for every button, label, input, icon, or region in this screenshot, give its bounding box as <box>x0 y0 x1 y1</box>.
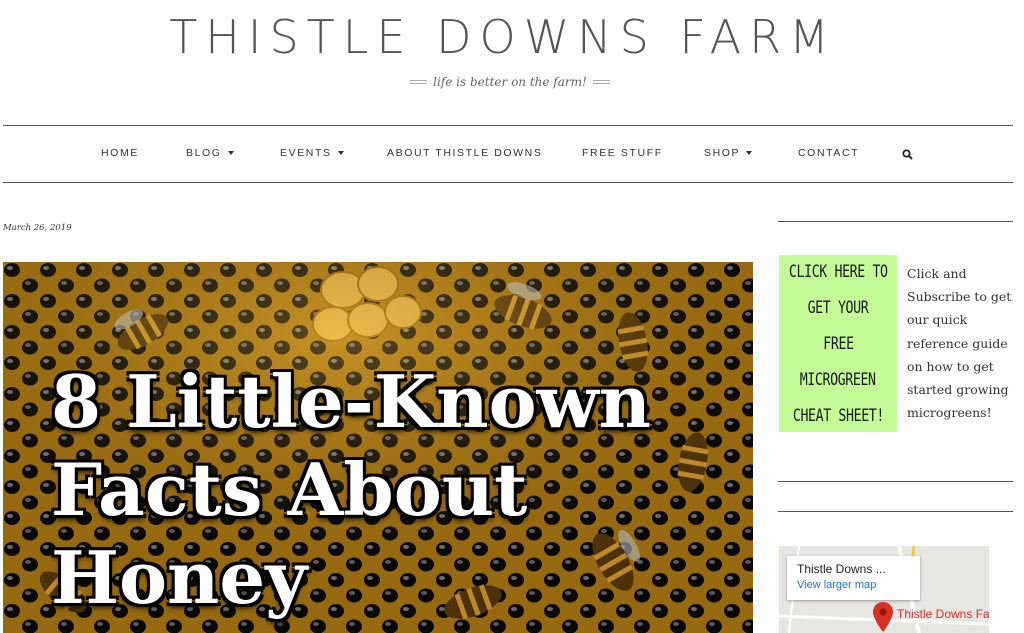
map-place-name: Thistle Downs ... <box>797 562 886 576</box>
hero-title-line: 8 Little-Known <box>51 359 651 444</box>
hero-image[interactable]: 8 Little-Known Facts About Honey <box>3 262 753 633</box>
promo-line: CLICK HERE TO <box>788 261 888 282</box>
tagline-dash-left <box>410 80 428 84</box>
nav-divider-bottom <box>3 182 1013 183</box>
nav-item-events[interactable]: EVENTS <box>280 147 344 159</box>
view-larger-map-link[interactable]: View larger map <box>797 579 910 591</box>
hero-title-line: Facts About <box>51 447 528 532</box>
caret-down-icon <box>746 151 753 156</box>
map-pin-label: Thistle Downs Far <box>897 607 989 621</box>
nav-item-label: FREE STUFF <box>582 147 663 159</box>
nav-item-label: ABOUT THISTLE DOWNS <box>387 147 543 159</box>
promo-description: Click and Subscribe to get our quick ref… <box>907 266 1012 421</box>
promo-line: GET YOUR <box>807 297 869 318</box>
nav-item-blog[interactable]: BLOG <box>186 147 234 159</box>
sidebar-divider <box>778 481 1013 482</box>
nav-item-shop[interactable]: SHOP <box>704 147 753 159</box>
microgreen-cheat-sheet-button[interactable]: CLICK HERE TO GET YOUR FREE MICROGREEN C… <box>779 255 897 432</box>
promo-line: CHEAT SHEET! <box>792 405 884 426</box>
nav-item-label: SHOP <box>704 147 741 159</box>
nav-item-label: HOME <box>101 147 139 159</box>
site-tagline: life is better on the farm! <box>433 75 587 89</box>
search-icon[interactable] <box>902 149 913 160</box>
sidebar-divider <box>778 221 1013 222</box>
nav-item-label: CONTACT <box>798 147 860 159</box>
promo-line: MICROGREEN <box>800 369 876 390</box>
nav-item-contact[interactable]: CONTACT <box>798 147 859 159</box>
promo-line: FREE <box>822 333 854 354</box>
nav-item-home[interactable]: HOME <box>101 147 139 159</box>
sidebar-divider <box>778 511 1013 512</box>
map-info-card: Thistle Downs ... View larger map <box>787 556 920 600</box>
nav-item-label: EVENTS <box>280 147 332 159</box>
post-date: March 26, 2019 <box>3 223 72 233</box>
tagline-row: life is better on the farm! <box>0 75 1020 89</box>
nav-item-about[interactable]: ABOUT THISTLE DOWNS <box>387 147 542 159</box>
map-pin-icon[interactable] <box>873 602 893 632</box>
hero-title-line: Honey <box>51 535 308 620</box>
nav-item-free-stuff[interactable]: FREE STUFF <box>582 147 663 159</box>
hero-title: 8 Little-Known Facts About Honey <box>51 358 651 622</box>
nav-item-label: BLOG <box>186 147 222 159</box>
caret-down-icon <box>227 151 234 156</box>
site-title[interactable]: THISTLE DOWNS FARM <box>0 10 1006 64</box>
google-map[interactable]: Thistle Downs ... View larger map Thistl… <box>779 546 989 633</box>
caret-down-icon <box>337 151 344 156</box>
nav-divider-top <box>3 125 1013 126</box>
tagline-dash-right <box>592 80 610 84</box>
